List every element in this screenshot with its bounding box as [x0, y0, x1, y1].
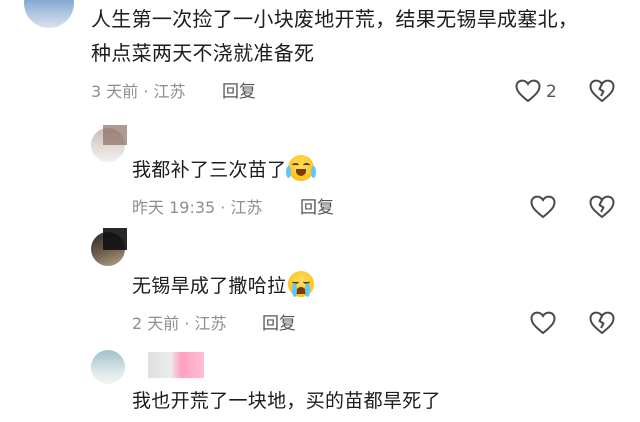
- reply-button[interactable]: 回复: [222, 82, 256, 102]
- comment-meta: 3 天前 · 江苏: [91, 82, 186, 101]
- reply-text: 我也开荒了一块地，买的苗都旱死了: [132, 387, 441, 415]
- username[interactable]: [103, 228, 127, 250]
- username[interactable]: [103, 125, 127, 145]
- username[interactable]: [148, 352, 204, 378]
- avatar[interactable]: [91, 350, 125, 384]
- like-count: 2: [546, 82, 557, 102]
- reply-text-content: 我也开荒了一块地，买的苗都旱死了: [132, 390, 441, 412]
- broken-heart-icon[interactable]: [589, 311, 615, 339]
- heart-outline-icon[interactable]: [530, 195, 556, 223]
- reply-button[interactable]: 回复: [300, 198, 334, 218]
- crying-laughing-emoji-icon: [286, 155, 317, 181]
- reply-meta: 昨天 19:35 · 江苏: [132, 198, 263, 217]
- broken-heart-icon[interactable]: [589, 195, 615, 223]
- reply-text-content: 无锡旱成了撒哈拉: [132, 275, 287, 297]
- loudly-crying-emoji-icon: [288, 271, 315, 297]
- broken-heart-icon[interactable]: [589, 79, 615, 107]
- reply-button[interactable]: 回复: [262, 314, 296, 334]
- heart-outline-icon[interactable]: [515, 79, 541, 107]
- reply-text: 无锡旱成了撒哈拉: [132, 271, 315, 300]
- comment-text: 人生第一次捡了一小块废地开荒，结果无锡旱成塞北， 种点菜两天不浇就准备死: [91, 3, 578, 69]
- watermark-fade: [450, 380, 640, 422]
- heart-outline-icon[interactable]: [530, 311, 556, 339]
- comment-text-line: 种点菜两天不浇就准备死: [91, 41, 315, 65]
- reply-text-content: 我都补了三次苗了: [132, 159, 287, 181]
- reply-meta: 2 天前 · 江苏: [132, 314, 227, 333]
- comment-text-line: 人生第一次捡了一小块废地开荒，结果无锡旱成塞北，: [91, 7, 579, 31]
- reply-text: 我都补了三次苗了: [132, 155, 317, 184]
- avatar[interactable]: [24, 0, 74, 28]
